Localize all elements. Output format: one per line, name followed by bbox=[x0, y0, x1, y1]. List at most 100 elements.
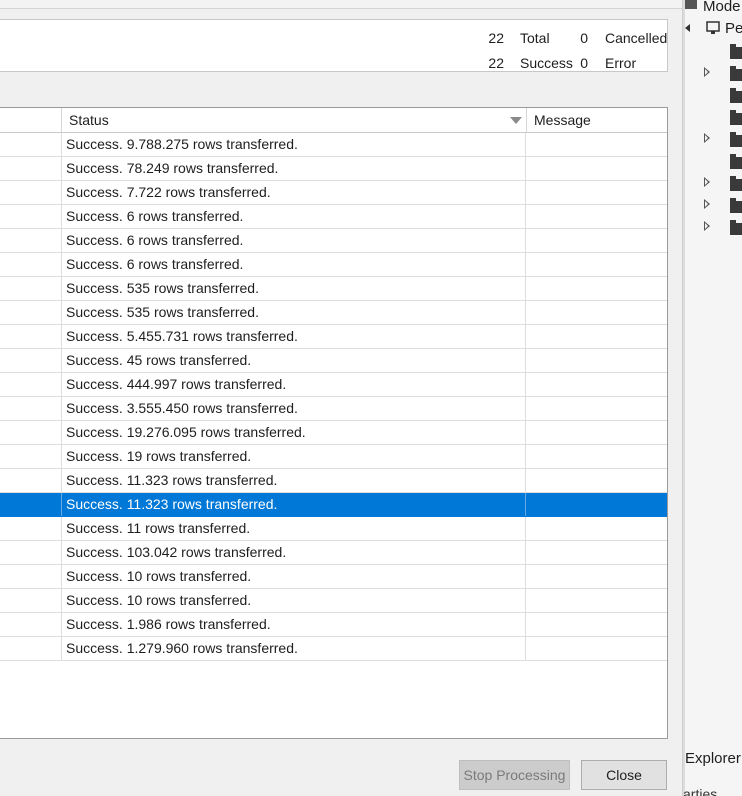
row-message-cell bbox=[527, 181, 667, 204]
table-row[interactable]: Success. 535 rows transferred. bbox=[0, 301, 667, 325]
panel-title: Mode bbox=[703, 0, 741, 15]
cancelled-count: 0 bbox=[580, 30, 588, 46]
folder-icon[interactable] bbox=[730, 44, 742, 59]
total-label: Total bbox=[520, 30, 550, 46]
row-name-cell bbox=[0, 157, 62, 180]
row-status-cell: Success. 10 rows transferred. bbox=[62, 565, 526, 588]
expand-arrow-icon[interactable] bbox=[704, 133, 710, 143]
expand-arrow-icon[interactable] bbox=[704, 177, 710, 187]
expand-arrow-icon[interactable] bbox=[704, 67, 710, 77]
row-message-cell bbox=[527, 445, 667, 468]
row-status-cell: Success. 535 rows transferred. bbox=[62, 301, 526, 324]
row-status-cell: Success. 19.276.095 rows transferred. bbox=[62, 421, 526, 444]
table-row[interactable]: Success. 1.279.960 rows transferred. bbox=[0, 637, 667, 661]
stop-processing-button[interactable]: Stop Processing bbox=[459, 760, 570, 790]
results-grid[interactable]: Status Message Success. 9.788.275 rows t… bbox=[0, 107, 668, 739]
column-header-message[interactable]: Message bbox=[527, 108, 667, 132]
folder-icon[interactable] bbox=[730, 66, 742, 81]
table-row[interactable]: Success. 6 rows transferred. bbox=[0, 205, 667, 229]
table-row[interactable]: Success. 11 rows transferred. bbox=[0, 517, 667, 541]
table-row[interactable]: Success. 19 rows transferred. bbox=[0, 445, 667, 469]
explorer-tab[interactable]: Explorer bbox=[685, 750, 741, 767]
row-name-cell bbox=[0, 205, 62, 228]
row-message-cell bbox=[527, 325, 667, 348]
table-row[interactable]: Success. 19.276.095 rows transferred. bbox=[0, 421, 667, 445]
row-message-cell bbox=[527, 253, 667, 276]
table-row[interactable]: Success. 1.986 rows transferred. bbox=[0, 613, 667, 637]
folder-icon[interactable] bbox=[730, 132, 742, 147]
properties-tab[interactable]: arties bbox=[683, 786, 717, 796]
row-message-cell bbox=[527, 301, 667, 324]
dialog-top-strip bbox=[0, 0, 682, 9]
row-message-cell bbox=[527, 469, 667, 492]
row-message-cell bbox=[527, 565, 667, 588]
table-row[interactable]: Success. 10 rows transferred. bbox=[0, 565, 667, 589]
panel-splitter[interactable] bbox=[683, 0, 685, 796]
sort-descending-icon[interactable] bbox=[510, 117, 522, 124]
row-message-cell bbox=[527, 493, 667, 516]
row-message-cell bbox=[527, 517, 667, 540]
row-message-cell bbox=[527, 613, 667, 636]
row-message-cell bbox=[527, 157, 667, 180]
row-name-cell bbox=[0, 469, 62, 492]
cancelled-label: Cancelled bbox=[605, 30, 668, 46]
folder-icon[interactable] bbox=[730, 110, 742, 125]
table-row[interactable]: Success. 5.455.731 rows transferred. bbox=[0, 325, 667, 349]
row-status-cell: Success. 6 rows transferred. bbox=[62, 253, 526, 276]
row-name-cell bbox=[0, 181, 62, 204]
row-name-cell bbox=[0, 445, 62, 468]
table-row[interactable]: Success. 535 rows transferred. bbox=[0, 277, 667, 301]
table-row[interactable]: Success. 444.997 rows transferred. bbox=[0, 373, 667, 397]
model-icon bbox=[685, 0, 697, 9]
row-name-cell bbox=[0, 589, 62, 612]
row-message-cell bbox=[527, 421, 667, 444]
table-row[interactable]: Success. 7.722 rows transferred. bbox=[0, 181, 667, 205]
row-status-cell: Success. 9.788.275 rows transferred. bbox=[62, 133, 526, 156]
row-message-cell bbox=[527, 349, 667, 372]
row-message-cell bbox=[527, 229, 667, 252]
row-status-cell: Success. 3.555.450 rows transferred. bbox=[62, 397, 526, 420]
table-row[interactable]: Success. 9.788.275 rows transferred. bbox=[0, 133, 667, 157]
table-row[interactable]: Success. 11.323 rows transferred. bbox=[0, 493, 667, 517]
row-status-cell: Success. 1.986 rows transferred. bbox=[62, 613, 526, 636]
row-status-cell: Success. 11 rows transferred. bbox=[62, 517, 526, 540]
folder-icon[interactable] bbox=[730, 220, 742, 235]
row-status-cell: Success. 7.722 rows transferred. bbox=[62, 181, 526, 204]
row-status-cell: Success. 11.323 rows transferred. bbox=[62, 469, 526, 492]
table-row[interactable]: Success. 78.249 rows transferred. bbox=[0, 157, 667, 181]
row-message-cell bbox=[527, 205, 667, 228]
model-explorer-panel: Mode Pe Explorer arties bbox=[682, 0, 742, 796]
table-row[interactable]: Success. 45 rows transferred. bbox=[0, 349, 667, 373]
grid-rows: Success. 9.788.275 rows transferred. Succ… bbox=[0, 133, 667, 661]
grid-header: Status Message bbox=[0, 108, 667, 133]
table-row[interactable]: Success. 6 rows transferred. bbox=[0, 253, 667, 277]
expand-arrow-icon[interactable] bbox=[704, 221, 710, 231]
collapse-arrow-icon[interactable] bbox=[685, 24, 690, 32]
tree-item-label[interactable]: Pe bbox=[725, 20, 742, 37]
summary-panel: 22 Total 0 Cancelled 22 Success 0 Error bbox=[0, 19, 668, 72]
table-row[interactable]: Success. 3.555.450 rows transferred. bbox=[0, 397, 667, 421]
expand-arrow-icon[interactable] bbox=[704, 199, 710, 209]
table-row[interactable]: Success. 6 rows transferred. bbox=[0, 229, 667, 253]
folder-icon[interactable] bbox=[730, 154, 742, 169]
row-name-cell bbox=[0, 637, 62, 660]
column-header-status[interactable]: Status bbox=[62, 108, 526, 132]
row-status-cell: Success. 19 rows transferred. bbox=[62, 445, 526, 468]
row-status-cell: Success. 6 rows transferred. bbox=[62, 205, 526, 228]
table-row[interactable]: Success. 10 rows transferred. bbox=[0, 589, 667, 613]
row-name-cell bbox=[0, 229, 62, 252]
error-label: Error bbox=[605, 55, 637, 71]
folder-icon[interactable] bbox=[730, 88, 742, 103]
row-name-cell bbox=[0, 373, 62, 396]
column-header-name[interactable] bbox=[0, 108, 61, 132]
folder-icon[interactable] bbox=[730, 198, 742, 213]
row-message-cell bbox=[527, 637, 667, 660]
row-name-cell bbox=[0, 325, 62, 348]
row-name-cell bbox=[0, 613, 62, 636]
row-status-cell: Success. 45 rows transferred. bbox=[62, 349, 526, 372]
table-row[interactable]: Success. 11.323 rows transferred. bbox=[0, 469, 667, 493]
row-status-cell: Success. 6 rows transferred. bbox=[62, 229, 526, 252]
close-button[interactable]: Close bbox=[581, 760, 667, 790]
folder-icon[interactable] bbox=[730, 176, 742, 191]
table-row[interactable]: Success. 103.042 rows transferred. bbox=[0, 541, 667, 565]
